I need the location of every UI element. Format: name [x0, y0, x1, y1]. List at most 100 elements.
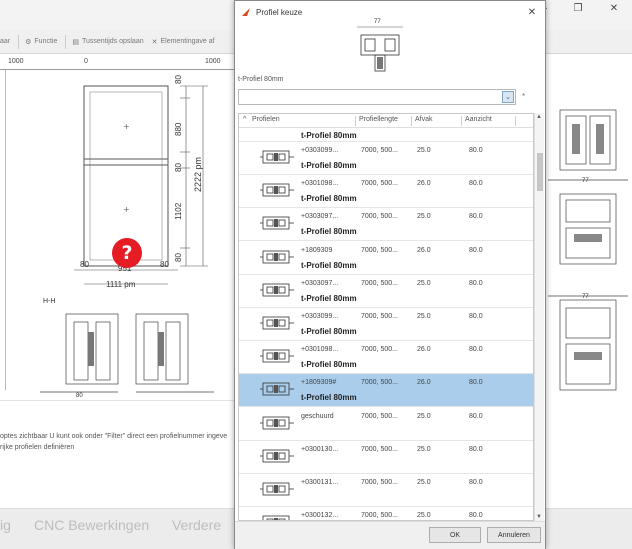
row-aanzicht: 80.0 [469, 412, 483, 420]
toolbar-item-close[interactable]: ✕ Elementingave af [152, 38, 215, 46]
row-aanzicht: 80.0 [469, 379, 483, 387]
horizontal-ruler: 1000 0 1000 [0, 58, 236, 70]
row-afvak: 25.0 [417, 512, 431, 520]
toolbar-item-functie[interactable]: ⚙ Functie [25, 38, 57, 46]
row-aanzicht: 80.0 [469, 512, 483, 520]
scrollbar-thumb[interactable] [537, 153, 543, 191]
row-profile-length: 7000, 500... [361, 412, 398, 420]
row-profile-length: 7000, 500... [361, 379, 398, 387]
row-profile-code: +1809309# [301, 379, 337, 387]
row-profile-length: 7000, 500... [361, 213, 398, 221]
svg-text:+: + [123, 122, 130, 131]
gear-icon: ⚙ [25, 38, 32, 46]
window-close-icon[interactable]: ✕ [596, 0, 632, 16]
dialog-close-icon[interactable]: ✕ [525, 5, 539, 19]
profile-thumbnail-icon [260, 216, 294, 230]
profile-thumbnail-icon [262, 515, 290, 520]
row-profile-code: +0300130... [301, 445, 339, 453]
cancel-button[interactable]: Annuleren [487, 527, 541, 543]
tab-partial[interactable]: ig [0, 517, 11, 533]
row-profile-length: 7000, 500... [361, 313, 398, 320]
tab-cnc-bewerkingen[interactable]: CNC Bewerkingen [34, 517, 149, 533]
table-row[interactable]: +0303099... 7000, 500... 25.0 80.0 t-Profiel… [239, 142, 533, 175]
row-aanzicht: 80.0 [469, 313, 483, 320]
row-profile-code: +0303099... [301, 147, 339, 154]
row-profile-name: t-Profiel 80mm [301, 260, 357, 270]
table-row[interactable]: +0303097... 7000, 500... 25.0 80.0 t-Profiel… [239, 274, 533, 308]
toolbar-save-label: Tussentijds opslaan [82, 38, 144, 45]
profile-preview-svg [357, 26, 403, 72]
row-afvak: 26.0 [417, 346, 431, 354]
row-afvak: 25.0 [417, 279, 431, 287]
row-profile-code: +0301098... [301, 346, 339, 354]
chevron-down-icon[interactable]: ⌄ [502, 91, 514, 103]
table-scrollbar[interactable]: ▲ ▼ [534, 113, 544, 521]
column-header-profielen[interactable]: Profielen [252, 116, 280, 123]
table-row[interactable]: +0300131... 7000, 500... 25.0 80.0 [239, 474, 533, 507]
table-row[interactable]: +0301098... 7000, 500... 26.0 80.0 t-Profiel… [239, 175, 533, 209]
row-profile-code: +1809309 [301, 246, 333, 254]
table-row[interactable]: geschuurd 7000, 500... 25.0 80.0 [239, 407, 533, 441]
profile-thumbnail-icon [260, 382, 294, 396]
dimension-label: 80 [160, 260, 169, 269]
row-profile-length: 7000, 500... [361, 279, 398, 287]
restore-icon[interactable]: ❐ [560, 0, 596, 16]
row-profile-code: +0303099... [301, 313, 339, 320]
column-divider[interactable] [515, 116, 516, 126]
help-question-icon[interactable]: ? [112, 238, 142, 268]
profile-thumbnail-icon [260, 283, 294, 297]
tab-verdere[interactable]: Verdere [172, 517, 221, 533]
filter-input[interactable]: ⌄ [238, 89, 516, 105]
dimension-label: 1102 [174, 202, 183, 220]
column-divider[interactable] [411, 116, 412, 126]
row-profile-code: +0303097... [301, 213, 339, 221]
sort-arrow-icon[interactable]: ^ [243, 116, 246, 123]
row-aanzicht: 80.0 [469, 180, 483, 188]
table-row[interactable]: +0303099... 7000, 500... 25.0 80.0 t-Profiel… [239, 308, 533, 341]
column-divider[interactable] [461, 116, 462, 126]
window-drawing: + + 80 880 80 1102 80 2222 pm 80 951 80 … [0, 70, 236, 400]
table-row[interactable]: +0301098... 7000, 500... 26.0 80.0 t-Profiel… [239, 341, 533, 375]
profiles-table: ^ Profielen Profiellengte Afvak Aanzicht… [238, 113, 534, 521]
column-header-afvak[interactable]: Afvak [415, 116, 433, 123]
row-profile-code: +0301098... [301, 180, 339, 188]
ruler-label: 0 [84, 58, 88, 65]
column-header-profiellengte[interactable]: Profiellengte [359, 116, 398, 123]
row-profile-code: +0300132... [301, 512, 339, 520]
table-header: ^ Profielen Profiellengte Afvak Aanzicht [239, 114, 533, 128]
table-row[interactable]: +0303097... 7000, 500... 25.0 80.0 t-Profiel… [239, 208, 533, 242]
save-icon: ▤ [72, 38, 79, 46]
ok-label: OK [449, 531, 461, 539]
row-afvak: 25.0 [417, 147, 431, 154]
table-row[interactable]: t-Profiel 80mm [239, 128, 533, 142]
dimension-label: 80 [174, 75, 183, 84]
dimension-label: 80 [174, 163, 183, 172]
scroll-up-icon[interactable]: ▲ [536, 114, 542, 120]
column-divider[interactable] [355, 116, 356, 126]
app-arrow-icon [242, 8, 250, 16]
dialog-footer: OK Annuleren [235, 521, 545, 549]
help-symbol: ? [121, 242, 133, 264]
profile-thumbnail-icon [260, 482, 294, 496]
selected-profile-label: t-Profiel 80mm [238, 76, 284, 83]
row-afvak: 25.0 [417, 445, 431, 453]
scroll-down-icon[interactable]: ▼ [536, 514, 542, 520]
toolbar-functie-label: Functie [34, 38, 58, 45]
toolbar-item-save[interactable]: ▤ Tussentijds opslaan [72, 38, 143, 46]
table-row[interactable]: +1809309 7000, 500... 26.0 80.0 t-Profiel 80… [239, 241, 533, 275]
ok-button[interactable]: OK [429, 527, 481, 543]
profile-section-svg [548, 109, 628, 391]
profile-thumbnail-icon [260, 150, 294, 164]
toolbar-item-cut[interactable]: aar [0, 38, 10, 45]
row-aanzicht: 80.0 [469, 346, 483, 354]
row-profile-name: t-Profiel 80mm [301, 194, 357, 204]
row-afvak: 26.0 [417, 246, 431, 254]
toolbar-close-label: Elementingave af [160, 38, 215, 45]
table-row[interactable]: +0300130... 7000, 500... 25.0 80.0 [239, 440, 533, 474]
table-row[interactable]: +0300132... 7000, 500... 25.0 80.0 [239, 507, 533, 520]
row-profile-length: 7000, 500... [361, 147, 398, 154]
table-row-selected[interactable]: +1809309# 7000, 500... 26.0 80.0 t-Profiel 8… [239, 374, 533, 408]
column-header-aanzicht[interactable]: Aanzicht [465, 116, 492, 123]
row-aanzicht: 80.0 [469, 479, 483, 486]
profile-section-drawing: 77 77 [544, 100, 632, 400]
